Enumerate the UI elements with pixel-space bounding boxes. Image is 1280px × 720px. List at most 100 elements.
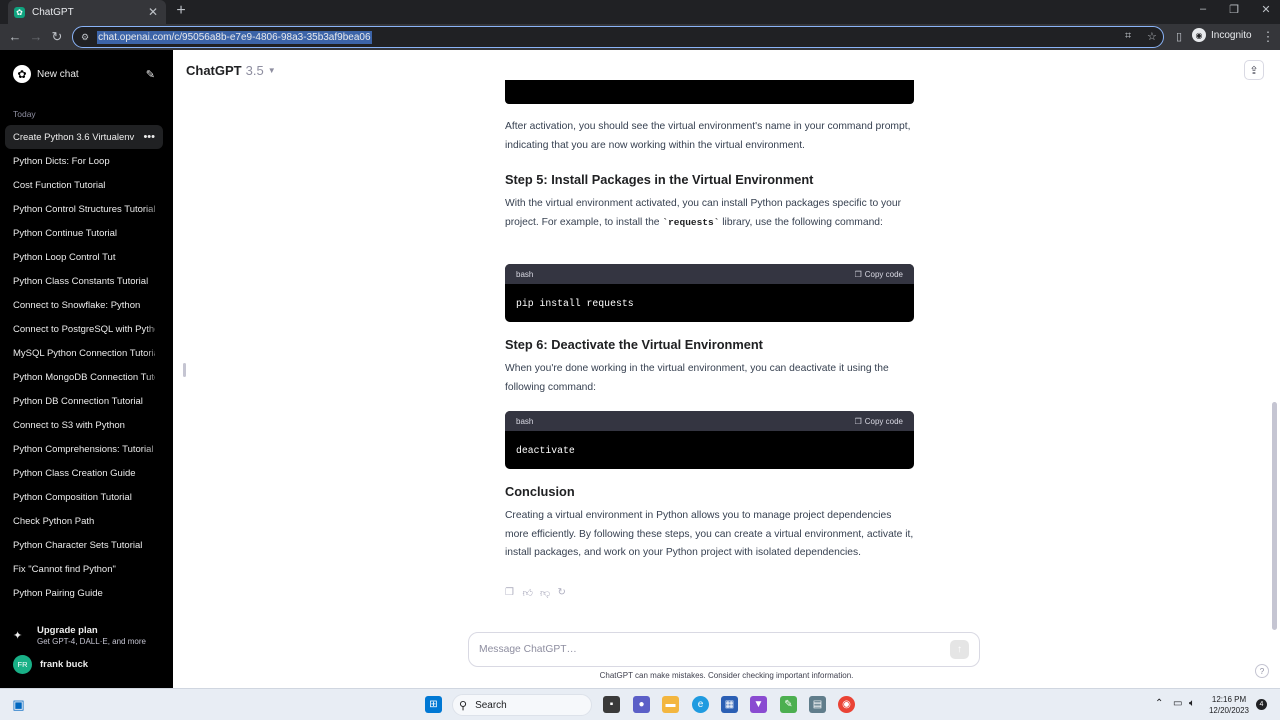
chat-history-item[interactable]: Python Pairing Guide [5,581,163,605]
message-actions: ❐ 👍︎ 👎︎ ↻ [505,587,575,599]
back-icon[interactable]: ← [7,29,23,45]
message-input[interactable] [479,644,950,655]
chat-history-title: Connect to PostgreSQL with Python [13,323,155,335]
sparkle-icon: ✦ [13,629,23,642]
chat-history-title: Python Continue Tutorial [13,227,118,239]
url-text[interactable]: chat.openai.com/c/95056a8b-e7e9-4806-98a… [97,30,372,44]
chat-history-title: Create Python 3.6 Virtualenv [13,131,135,143]
code-block-header: bash ❐ Copy code [505,264,914,284]
upgrade-plan-button[interactable]: ✦ Upgrade plan Get GPT-4, DALL·E, and mo… [5,620,163,650]
new-chat-label: New chat [37,68,79,80]
taskbar: ▣ ⊞ ⚲ Search ▪ ● ▬ e ▦ ▼ ✎ ▤ ◉ ⌃ ▭ 🔈︎ 12… [0,688,1280,720]
windows-start-icon[interactable]: ⊞ [425,696,442,713]
side-panel-icon[interactable]: ▯ [1171,29,1187,45]
chat-history-item[interactable]: Connect to PostgreSQL with Python [5,317,163,341]
chat-history-item[interactable]: Python MongoDB Connection Tutorial [5,365,163,389]
file-explorer-icon[interactable]: ▬ [662,696,679,713]
copy-icon[interactable]: ❐ [505,587,523,599]
taskbar-clock[interactable]: 12:16 PM 12/20/2023 [1206,694,1252,716]
network-icon[interactable]: ▭ [1173,698,1182,709]
chrome-icon[interactable]: ◉ [838,696,855,713]
code-language: bash [516,416,534,426]
chat-history-item[interactable]: Create Python 3.6 Virtualenv ••• [5,125,163,149]
chevron-up-icon[interactable]: ⌃ [1155,698,1163,709]
notification-badge[interactable]: 4 [1256,699,1267,710]
chat-history-item[interactable]: Check Python Path [5,509,163,533]
thumbs-down-icon[interactable]: 👎︎ [540,587,558,599]
sidebar: ✿ New chat ✎ Today Create Python 3.6 Vir… [0,50,173,688]
chat-history-item[interactable]: Python Comprehensions: Tutorial [5,437,163,461]
edge-icon[interactable]: e [692,696,709,713]
send-button[interactable]: ↑ [950,640,969,659]
chat-history-item[interactable]: Connect to Snowflake: Python [5,293,163,317]
chatgpt-favicon-icon: ✿ [14,6,25,18]
chat-history-title: Python Dicts: For Loop [13,155,110,167]
chat-history-item[interactable]: Python Character Sets Tutorial [5,533,163,557]
reload-icon[interactable]: ↻ [49,29,65,45]
chat-history-title: Python Class Creation Guide [13,467,136,479]
tab-search-icon[interactable]: ⌗ [1125,30,1131,43]
chat-history-list: Create Python 3.6 Virtualenv ••• Python … [5,125,163,605]
restore-icon[interactable]: ❐ [1227,3,1241,16]
compose-icon[interactable]: ✎ [146,68,155,81]
app-icon[interactable]: ▼ [750,696,767,713]
chat-history-title: Fix "Cannot find Python" [13,563,116,575]
chat-history-item[interactable]: MySQL Python Connection Tutorial [5,341,163,365]
chat-history-title: Python MongoDB Connection Tutorial [13,371,155,383]
chat-history-item[interactable]: Python Composition Tutorial [5,485,163,509]
app-icon[interactable]: ▤ [809,696,826,713]
site-info-icon[interactable]: ⚙ [81,32,89,43]
chat-history-item[interactable]: Python Control Structures Tutorial [5,197,163,221]
browser-tab-bar: ✿ ChatGPT ✕ + – ❐ ✕ [0,0,1280,24]
search-icon: ⚲ [459,699,468,712]
help-icon[interactable]: ? [1255,664,1269,678]
scrollbar[interactable] [1272,402,1277,630]
thumbs-up-icon[interactable]: 👍︎ [523,587,541,599]
show-desktop-icon[interactable]: ▣ [10,696,27,713]
new-chat-button[interactable]: ✿ New chat ✎ [5,61,163,87]
task-view-icon[interactable]: ▪ [603,696,620,713]
teams-chat-icon[interactable]: ● [633,696,650,713]
copy-code-button[interactable]: ❐ Copy code [855,417,903,426]
bookmark-star-icon[interactable]: ☆ [1147,30,1157,43]
address-bar[interactable]: ⚙ chat.openai.com/c/95056a8b-e7e9-4806-9… [72,26,1164,48]
main-panel: ChatGPT 3.5 ▼ ⇪ After activation, you sh… [173,50,1280,688]
close-window-icon[interactable]: ✕ [1259,3,1273,16]
chat-history-item[interactable]: Python DB Connection Tutorial [5,389,163,413]
regenerate-icon[interactable]: ↻ [558,587,576,599]
app-icon[interactable]: ✎ [780,696,797,713]
chat-history-item[interactable]: Python Dicts: For Loop [5,149,163,173]
chat-history-item[interactable]: Python Class Constants Tutorial [5,269,163,293]
tab-title: ChatGPT [32,6,74,18]
chat-history-item[interactable]: Cost Function Tutorial [5,173,163,197]
chat-history-item[interactable]: Python Loop Control Tut [5,245,163,269]
copy-code-button[interactable]: ❐ Copy code [855,270,903,279]
new-tab-button[interactable]: + [173,3,189,19]
upgrade-subtitle: Get GPT-4, DALL·E, and more [37,636,146,646]
store-icon[interactable]: ▦ [721,696,738,713]
chat-history-item[interactable]: Connect to S3 with Python [5,413,163,437]
chevron-down-icon: ▼ [267,66,276,75]
conclusion-heading: Conclusion [505,484,575,499]
chat-history-item[interactable]: Fix "Cannot find Python" [5,557,163,581]
chat-history-title: Connect to Snowflake: Python [13,299,141,311]
close-sidebar-handle[interactable] [183,363,186,377]
taskbar-search-label: Search [475,699,507,711]
chat-history-item[interactable]: Python Class Creation Guide [5,461,163,485]
chat-history-title: Python Control Structures Tutorial [13,203,155,215]
browser-tab[interactable]: ✿ ChatGPT ✕ [8,0,166,24]
browser-menu-icon[interactable]: ⋮ [1260,29,1276,45]
chat-history-item[interactable]: Python Continue Tutorial [5,221,163,245]
more-options-icon[interactable]: ••• [143,131,155,143]
taskbar-search[interactable]: ⚲ Search [452,694,592,716]
close-tab-icon[interactable]: ✕ [146,5,160,19]
code-block-header: bash ❐ Copy code [505,411,914,431]
minimize-icon[interactable]: – [1196,3,1210,15]
incognito-indicator[interactable]: ◉ Incognito [1192,28,1252,42]
volume-icon[interactable]: 🔈︎ [1189,698,1195,709]
forward-icon[interactable]: → [28,29,44,45]
message-paragraph: After activation, you should see the vir… [505,121,911,151]
user-menu-button[interactable]: FR frank buck [5,652,163,676]
share-icon[interactable]: ⇪ [1244,60,1264,80]
model-selector[interactable]: ChatGPT 3.5 ▼ [186,63,276,78]
